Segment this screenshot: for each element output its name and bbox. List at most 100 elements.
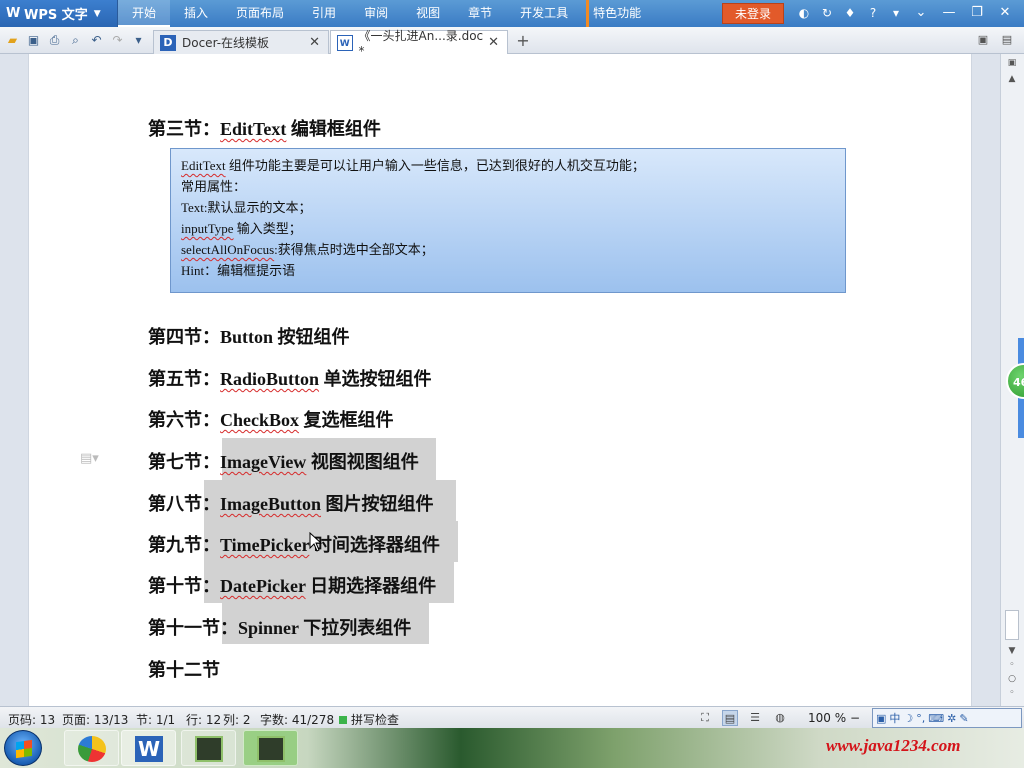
sync-icon[interactable]: ↻ <box>819 4 835 22</box>
tab-document[interactable]: W 《一头扎进An...录.doc * ✕ <box>330 29 508 58</box>
heading-section-10[interactable]: 第十节：DatePicker 日期选择器组件 <box>148 572 436 598</box>
help-icon[interactable]: ? <box>865 4 881 22</box>
info-line: 常用属性： <box>181 179 247 194</box>
redo-icon[interactable]: ↷ <box>109 32 126 49</box>
scroll-thumb[interactable] <box>1005 610 1019 640</box>
fullscreen-view-icon[interactable]: ⛶ <box>697 710 713 726</box>
web-view-icon[interactable]: ◍ <box>772 710 788 726</box>
taskbar-app-wps[interactable]: W <box>121 730 176 766</box>
new-tab-icon[interactable]: + <box>514 32 532 50</box>
scroll-up-icon[interactable]: ▲ <box>1004 74 1020 88</box>
skin-icon[interactable]: ◐ <box>796 4 812 22</box>
view-mode-icons: ⛶ ▤ ☰ ◍ <box>697 710 788 726</box>
heading-section-12[interactable]: 第十二节 <box>148 656 220 682</box>
select-browse-icon[interactable]: ○ <box>1004 674 1020 688</box>
close-tab-icon[interactable]: ✕ <box>309 35 320 50</box>
quick-access-toolbar: ▰ ▣ ⎙ ⌕ ↶ ↷ ▾ <box>4 32 147 49</box>
recorder-icon <box>195 736 223 762</box>
menu-review[interactable]: 审阅 <box>350 0 402 27</box>
outline-view-icon[interactable]: ☰ <box>747 710 763 726</box>
info-line: Text:默认显示的文本； <box>181 200 312 215</box>
app-name: WPS 文字 <box>24 8 88 23</box>
tools-icon[interactable]: ✲ <box>947 712 956 725</box>
undo-icon[interactable]: ↶ <box>88 32 105 49</box>
wps-app-menu-button[interactable]: W WPS 文字 ▼ <box>0 0 118 27</box>
keyboard-icon[interactable]: ⌨ <box>928 712 944 725</box>
window-controls: ⌄ — ❐ ✕ <box>910 2 1016 24</box>
word-doc-icon: W <box>337 34 353 51</box>
chevron-down-icon: ▼ <box>93 8 101 19</box>
print-icon[interactable]: ⎙ <box>46 32 63 49</box>
menu-chapter[interactable]: 章节 <box>454 0 506 27</box>
moon-icon[interactable]: ☽ <box>903 712 913 725</box>
menu-insert[interactable]: 插入 <box>170 0 222 27</box>
heading-section-9[interactable]: 第九节：TimePicker 时间选择器组件 <box>148 531 440 557</box>
heading-section-6[interactable]: 第六节：CheckBox 复选框组件 <box>148 406 394 432</box>
ime-chinese-mode[interactable]: 中 <box>889 710 900 726</box>
scroll-down-icon[interactable]: ▼ <box>1004 646 1020 660</box>
taskbar-app-recorder-active[interactable] <box>243 730 298 766</box>
paragraph-marker-icon[interactable]: ▤▾ <box>80 451 99 466</box>
login-button[interactable]: 未登录 <box>722 3 784 24</box>
customize-dropdown-icon[interactable]: ▾ <box>130 32 147 49</box>
info-textbox[interactable]: EditText 组件功能主要是可以让用户输入一些信息，已达到很好的人机交互功能… <box>170 148 846 293</box>
close-icon[interactable]: ✕ <box>994 2 1016 24</box>
help-dropdown-icon[interactable]: ▾ <box>888 4 904 22</box>
status-pages: 页面: 13/13 <box>62 713 129 727</box>
tab-docer[interactable]: D Docer-在线模板 ✕ <box>153 30 329 54</box>
taskbar: W www.java1234.com <box>0 728 1024 768</box>
collapse-ribbon-icon[interactable]: ⌄ <box>910 2 932 24</box>
zoom-level[interactable]: 100 % <box>808 711 846 725</box>
page-view-icon[interactable]: ▤ <box>722 710 738 726</box>
menu-view[interactable]: 视图 <box>402 0 454 27</box>
status-column: 列: 2 <box>223 713 251 727</box>
menu-features[interactable]: 特色功能 <box>586 0 655 27</box>
ime-logo-icon[interactable]: ▣ <box>876 712 886 725</box>
tab-label: Docer-在线模板 <box>182 36 270 50</box>
minimize-icon[interactable]: — <box>938 2 960 24</box>
shirt-icon[interactable]: ♦ <box>842 4 858 22</box>
taskbar-app-media[interactable] <box>64 730 119 766</box>
panel-toggle-icon[interactable]: ▤ <box>999 33 1015 49</box>
restore-icon[interactable]: ❐ <box>966 2 988 24</box>
heading-section-11[interactable]: 第十一节：Spinner 下拉列表组件 <box>148 614 411 640</box>
layout-toggle-icon[interactable]: ▣ <box>975 33 991 49</box>
spell-check-indicator-icon <box>339 716 347 724</box>
heading-section-5[interactable]: 第五节：RadioButton 单选按钮组件 <box>148 365 432 391</box>
recorder-record-icon <box>257 736 285 762</box>
wrench-icon[interactable]: ✎ <box>959 712 968 725</box>
punctuation-icon[interactable]: °, <box>916 712 925 725</box>
wps-logo-icon: W <box>6 5 21 21</box>
close-tab-icon[interactable]: ✕ <box>488 35 499 50</box>
taskbar-app-recorder[interactable] <box>181 730 236 766</box>
wps-writer-icon: W <box>135 736 163 762</box>
info-line: selectAllOnFocus:获得焦点时选中全部文本； <box>181 242 434 257</box>
page-settings-icon[interactable]: ▣ <box>1004 58 1020 72</box>
save-icon[interactable]: ▣ <box>25 32 42 49</box>
heading-section-8[interactable]: 第八节：ImageButton 图片按钮组件 <box>148 490 434 516</box>
ime-toolbar[interactable]: ▣ 中 ☽ °, ⌨ ✲ ✎ <box>872 708 1022 728</box>
print-preview-icon[interactable]: ⌕ <box>67 32 84 49</box>
media-player-icon <box>78 736 106 762</box>
next-page-icon[interactable]: ◦ <box>1004 688 1020 702</box>
zoom-out-button[interactable]: − <box>850 711 860 725</box>
info-line: Hint：编辑框提示语 <box>181 263 296 278</box>
prev-page-icon[interactable]: ◦ <box>1004 660 1020 674</box>
menu-references[interactable]: 引用 <box>298 0 350 27</box>
open-folder-icon[interactable]: ▰ <box>4 32 21 49</box>
spell-check-toggle[interactable]: 拼写检查 <box>339 711 399 728</box>
menu-developer[interactable]: 开发工具 <box>506 0 582 27</box>
menu-page-layout[interactable]: 页面布局 <box>222 0 298 27</box>
tab-bar: ▰ ▣ ⎙ ⌕ ↶ ↷ ▾ D Docer-在线模板 ✕ W 《一头扎进An..… <box>0 27 1024 58</box>
heading-section-4[interactable]: 第四节：Button 按钮组件 <box>148 323 350 349</box>
status-word-count[interactable]: 字数: 41/278 <box>260 711 334 728</box>
status-page-number: 页码: 13 <box>8 713 56 727</box>
title-icons: ◐ ↻ ♦ ? ▾ <box>796 4 904 22</box>
status-section: 节: 1/1 <box>136 713 176 727</box>
status-row: 行: 12 <box>186 713 222 727</box>
heading-section-3[interactable]: 第三节：EditText 编辑框组件 <box>148 115 381 141</box>
heading-section-7[interactable]: 第七节：ImageView 视图视图组件 <box>148 448 419 474</box>
start-button[interactable] <box>4 730 42 766</box>
menu-home[interactable]: 开始 <box>118 0 171 27</box>
info-line: inputType 输入类型； <box>181 221 302 236</box>
